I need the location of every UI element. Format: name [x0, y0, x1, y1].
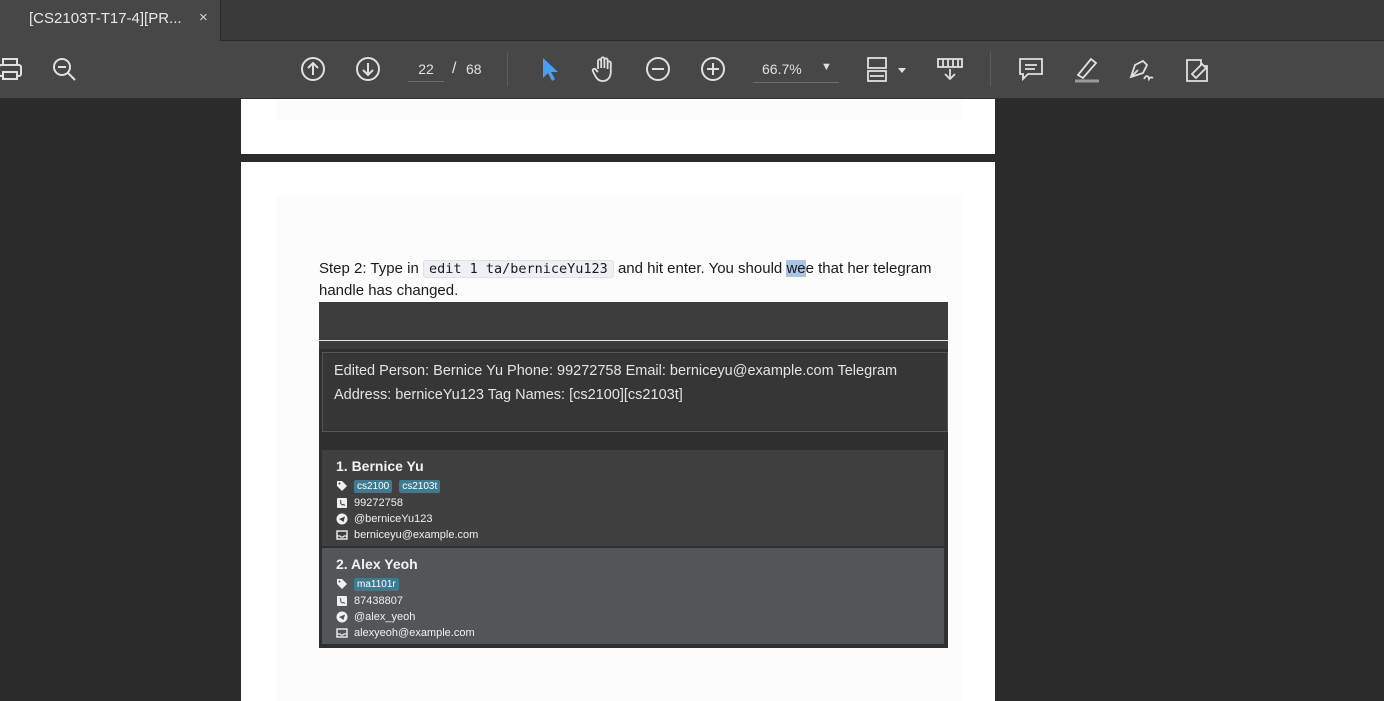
telegram-icon: [336, 513, 348, 525]
highlight-icon[interactable]: [1071, 54, 1101, 84]
step-text-mid: and hit enter. You should: [613, 260, 787, 277]
result-display: Edited Person: Bernice Yu Phone: 9927275…: [322, 352, 948, 432]
telegram-row: @alex_yeoh: [336, 610, 415, 624]
email-icon: [336, 627, 348, 639]
print-icon[interactable]: [0, 54, 24, 84]
zoom-select[interactable]: 66.7% ▼: [753, 57, 839, 83]
close-tab-icon[interactable]: ×: [199, 9, 208, 26]
fill-sign-icon[interactable]: [1181, 54, 1211, 84]
next-page-icon[interactable]: [353, 54, 383, 84]
page-number-input[interactable]: [408, 57, 444, 82]
person-name: 1. Bernice Yu: [336, 458, 424, 474]
tags-row: ma1101r: [336, 577, 406, 591]
document-tab[interactable]: [CS2103T-T17-4][PR... ×: [0, 0, 221, 41]
app-screenshot: Edited Person: Bernice Yu Phone: 9927275…: [319, 302, 948, 648]
tab-bar: [CS2103T-T17-4][PR... ×: [0, 0, 1384, 41]
result-text: Edited Person: Bernice Yu Phone: 9927275…: [334, 359, 944, 407]
previous-page: [241, 99, 995, 154]
email-row: alexyeoh@example.com: [336, 626, 475, 640]
page-fit-icon[interactable]: [864, 54, 910, 84]
hand-tool-icon[interactable]: [588, 54, 618, 84]
text-selection: we: [786, 260, 806, 277]
tab-title: [CS2103T-T17-4][PR...: [29, 10, 182, 27]
result-line: Address: berniceYu123 Tag Names: [cs2100…: [334, 387, 683, 403]
phone-row: 87438807: [336, 594, 403, 608]
zoom-out-icon[interactable]: [643, 54, 673, 84]
tag-badge: cs2103t: [399, 479, 441, 493]
result-line: Edited Person: Bernice Yu Phone: 9927275…: [334, 363, 898, 379]
toolbar: / 68 66.7% ▼: [0, 41, 1384, 99]
person-card: 1. Bernice Yu cs2100 cs2103t 99272758 @b…: [322, 450, 944, 546]
comment-icon[interactable]: [1016, 54, 1046, 84]
command-box: [319, 302, 948, 341]
page-separator: /: [452, 60, 457, 77]
step-instruction: Step 2: Type in edit 1 ta/berniceYu123 a…: [319, 258, 939, 302]
phone-row: 99272758: [336, 496, 403, 510]
telegram-text: @berniceYu123: [354, 513, 433, 525]
document-viewer[interactable]: Step 2: Type in edit 1 ta/berniceYu123 a…: [0, 99, 1384, 701]
prev-page-icon[interactable]: [298, 54, 328, 84]
phone-icon: [336, 595, 348, 607]
tags-row: cs2100 cs2103t: [336, 479, 447, 493]
email-icon: [336, 529, 348, 541]
current-page: Step 2: Type in edit 1 ta/berniceYu123 a…: [241, 162, 995, 701]
tag-icon: [336, 578, 348, 590]
sign-icon[interactable]: [1126, 54, 1156, 84]
command-code: edit 1 ta/berniceYu123: [422, 260, 614, 278]
toolbar-divider: [990, 52, 991, 86]
telegram-icon: [336, 611, 348, 623]
phone-text: 87438807: [354, 595, 403, 607]
telegram-row: @berniceYu123: [336, 512, 432, 526]
zoom-in-icon[interactable]: [698, 54, 728, 84]
phone-text: 99272758: [354, 497, 403, 509]
tag-badge: ma1101r: [354, 577, 399, 591]
person-name: 2. Alex Yeoh: [336, 556, 418, 572]
toolbar-divider: [507, 52, 508, 86]
email-row: berniceyu@example.com: [336, 528, 478, 542]
zoom-value: 66.7%: [762, 61, 802, 77]
phone-icon: [336, 497, 348, 509]
select-tool-icon[interactable]: [534, 54, 564, 84]
page-total: 68: [466, 61, 482, 77]
zoom-out-magnifier-icon[interactable]: [49, 54, 79, 84]
tag-icon: [336, 480, 348, 492]
email-text: alexyeoh@example.com: [354, 627, 475, 639]
person-card: 2. Alex Yeoh ma1101r 87438807 @alex_yeoh…: [322, 548, 944, 644]
email-text: berniceyu@example.com: [354, 529, 479, 541]
telegram-text: @alex_yeoh: [354, 611, 416, 623]
step-text-prefix: Step 2: Type in: [319, 260, 423, 277]
read-mode-icon[interactable]: [935, 54, 965, 84]
chevron-down-icon: ▼: [821, 61, 832, 73]
previous-page-content: [276, 99, 962, 120]
tag-badge: cs2100: [354, 479, 393, 493]
divider-strip: [319, 341, 948, 349]
